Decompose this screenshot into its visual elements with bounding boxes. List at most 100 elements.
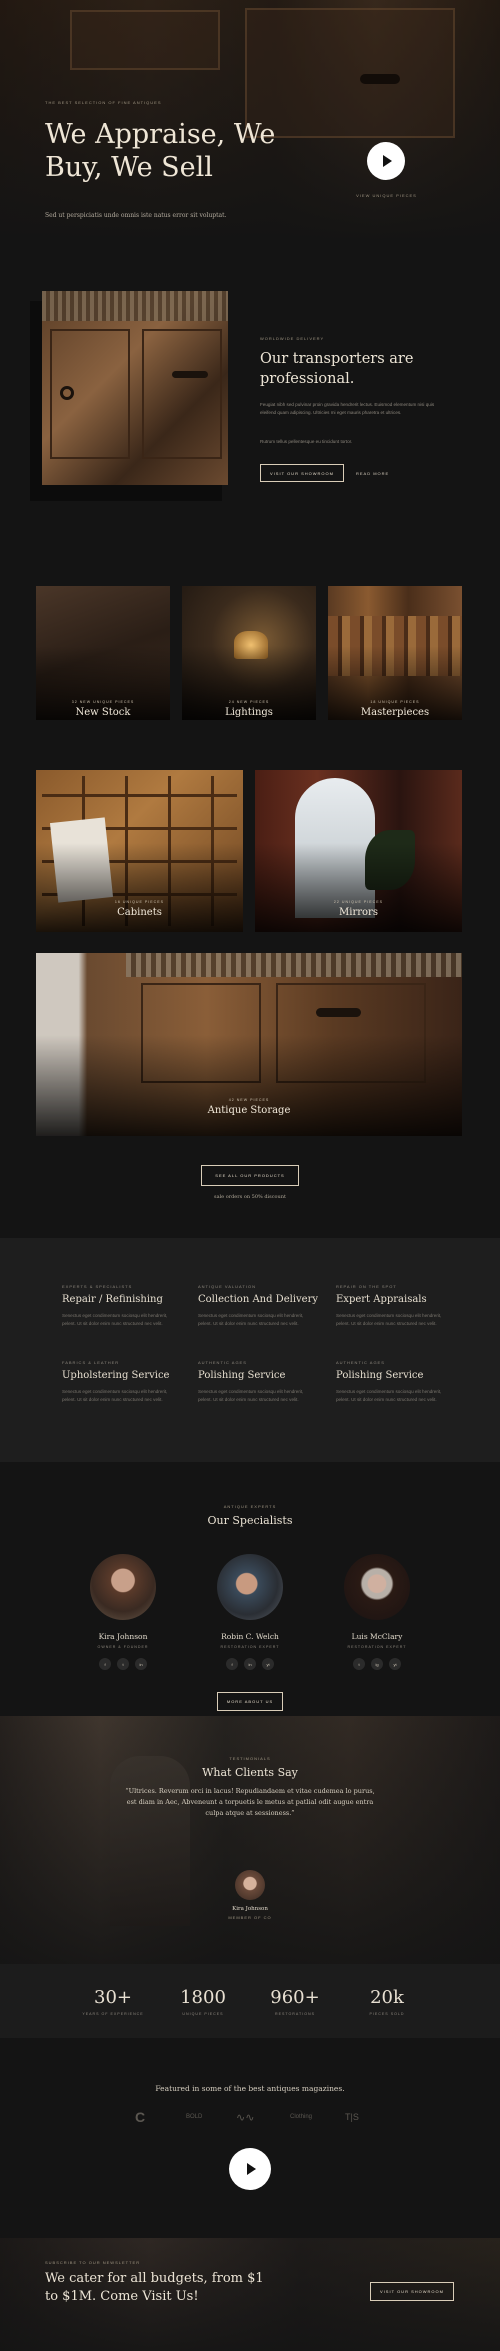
testimonial-eyebrow: Testimonials xyxy=(229,1756,271,1761)
tile-category: 32 new unique pieces xyxy=(71,700,135,704)
product-tile-cabinets[interactable]: 16 unique pieces Cabinets xyxy=(36,770,243,932)
bg-figure xyxy=(110,1756,190,1926)
service-category: Repair on the spot xyxy=(336,1284,397,1289)
transport-image xyxy=(42,291,228,485)
stat-value: 960+ xyxy=(270,1987,320,2008)
visit-showroom-button[interactable]: Visit our showroom xyxy=(260,464,344,482)
footer-cta-section: Subscribe to our newsletter We cater for… xyxy=(0,2238,500,2351)
service-title: Polishing Service xyxy=(198,1370,286,1381)
twitter-icon[interactable]: t xyxy=(353,1658,365,1670)
specialists-title: Our Specialists xyxy=(207,1514,293,1527)
carved-trim xyxy=(42,291,228,321)
tile-name: Lightings xyxy=(225,707,273,718)
twitter-icon[interactable]: t xyxy=(117,1658,129,1670)
tile-name: Cabinets xyxy=(117,907,162,918)
testimonial-role: Member of CO xyxy=(228,1915,272,1920)
transport-title: Our transporters are professional. xyxy=(260,351,414,387)
product-tile-new-stock[interactable]: 32 new unique pieces New Stock xyxy=(36,586,170,720)
service-text: Senectus eget condimentum sociosqu elit … xyxy=(198,1389,304,1402)
transport-text-1: Feugiat nibh sed pulvinar proin gravida … xyxy=(260,402,435,415)
tile-category: 16 unique pieces xyxy=(114,900,165,904)
service-title: Repair / Refinishing xyxy=(62,1294,163,1305)
service-title: Expert Appraisals xyxy=(336,1294,427,1305)
product-tile-mirrors[interactable]: 22 unique pieces Mirrors xyxy=(255,770,462,932)
social-links: f in yt xyxy=(180,1658,320,1670)
youtube-icon[interactable]: yt xyxy=(262,1658,274,1670)
service-category: Fabrics & Leather xyxy=(62,1360,120,1365)
tile-shade xyxy=(36,842,243,932)
testimonial-section: Testimonials What Clients Say “Ultrices.… xyxy=(0,1716,500,1964)
hero-title: We Appraise, We Buy, We Sell xyxy=(45,119,276,183)
tile-label: 42 new pieces Antique Storage xyxy=(36,1098,462,1116)
specialist-card: Kira Johnson Owner & Founder f t in xyxy=(53,1554,193,1670)
linkedin-icon[interactable]: in xyxy=(244,1658,256,1670)
tile-category: 24 new pieces xyxy=(228,700,270,704)
drawer-ring-handle xyxy=(60,386,74,400)
social-links: t ig yt xyxy=(307,1658,447,1670)
youtube-icon[interactable]: yt xyxy=(389,1658,401,1670)
drawer-front-right xyxy=(142,329,222,459)
avatar xyxy=(217,1554,283,1620)
service-category: Authentic ages xyxy=(198,1360,247,1365)
service-text: Senectus eget condimentum sociosqu elit … xyxy=(198,1313,304,1326)
footer-title: We cater for all budgets, from $1 to $1M… xyxy=(45,2271,264,2304)
hero-eyebrow: The best selection of fine antiques xyxy=(45,100,162,105)
instagram-icon[interactable]: ig xyxy=(371,1658,383,1670)
hero-handle xyxy=(360,74,400,84)
tile-name: Masterpieces xyxy=(360,707,430,718)
service-item: Authentic ages Polishing Service Senectu… xyxy=(336,1360,456,1404)
footer-visit-showroom-button[interactable]: Visit our showroom xyxy=(370,2282,454,2301)
magazine-logo-2: BOLD xyxy=(186,2114,203,2120)
transport-eyebrow: Worldwide delivery xyxy=(260,336,325,341)
specialist-name: Luis McClary xyxy=(351,1632,403,1641)
tile-name: Antique Storage xyxy=(207,1105,291,1116)
featured-play-button[interactable] xyxy=(229,2148,271,2190)
avatar xyxy=(344,1554,410,1620)
stat-value: 1800 xyxy=(180,1987,226,2008)
testimonial-name: Kira Johnson xyxy=(232,1906,268,1912)
product-tile-lightings[interactable]: 24 new pieces Lightings xyxy=(182,586,316,720)
specialist-role: Restoration expert xyxy=(347,1645,407,1649)
transport-section: Worldwide delivery Our transporters are … xyxy=(0,243,500,563)
specialist-name: Kira Johnson xyxy=(98,1632,148,1641)
testimonial-quote: “Ultrices. Reverum orci in lacus! Repudi… xyxy=(125,1787,375,1817)
tile-name: Mirrors xyxy=(339,907,378,918)
tile-shade xyxy=(255,842,462,932)
product-tile-antique-storage[interactable]: 42 new pieces Antique Storage xyxy=(36,953,462,1136)
stat-item: 960+ Restorations xyxy=(245,1987,345,2016)
magazine-logo-1: C xyxy=(135,2109,146,2125)
service-text: Senectus eget condimentum sociosqu elit … xyxy=(336,1313,442,1326)
read-more-link[interactable]: Read more xyxy=(356,471,389,476)
product-tile-masterpieces[interactable]: 18 unique pieces Masterpieces xyxy=(328,586,462,720)
see-all-products-button[interactable]: See all our products xyxy=(201,1165,299,1186)
specialist-card: Robin C. Welch Restoration expert f in y… xyxy=(180,1554,320,1670)
specialists-eyebrow: Antique experts xyxy=(223,1504,277,1509)
drawer-bar-handle xyxy=(316,1008,361,1017)
service-text: Senectus eget condimentum sociosqu elit … xyxy=(62,1389,168,1402)
products-section: 32 new unique pieces New Stock 24 new pi… xyxy=(0,563,500,1238)
specialists-section: Antique experts Our Specialists Kira Joh… xyxy=(0,1462,500,1716)
stat-value: 30+ xyxy=(94,1987,132,2008)
stat-item: 1800 Unique pieces xyxy=(153,1987,253,2016)
more-about-us-button[interactable]: More about us xyxy=(217,1692,283,1711)
specialist-card: Luis McClary Restoration expert t ig yt xyxy=(307,1554,447,1670)
tile-label: 32 new unique pieces New Stock xyxy=(36,700,170,718)
magazine-logo-3: ∿∿ xyxy=(236,2111,255,2124)
specialist-role: Restoration expert xyxy=(220,1645,280,1649)
tile-label: 18 unique pieces Masterpieces xyxy=(328,700,462,718)
stat-label: Pieces sold xyxy=(369,2012,405,2016)
service-category: Authentic ages xyxy=(336,1360,385,1365)
facebook-icon[interactable]: f xyxy=(226,1658,238,1670)
service-title: Upholstering Service xyxy=(62,1370,170,1381)
service-text: Senectus eget condimentum sociosqu elit … xyxy=(336,1389,442,1402)
magazine-logo-5: T|S xyxy=(345,2112,359,2122)
service-item: Authentic ages Polishing Service Senectu… xyxy=(198,1360,318,1404)
facebook-icon[interactable]: f xyxy=(99,1658,111,1670)
drawer-bar-handle xyxy=(172,371,208,378)
tile-category: 22 unique pieces xyxy=(333,900,384,904)
linkedin-icon[interactable]: in xyxy=(135,1658,147,1670)
footer-eyebrow: Subscribe to our newsletter xyxy=(45,2260,141,2265)
stat-item: 20k Pieces sold xyxy=(337,1987,437,2016)
hero-play-button[interactable] xyxy=(367,142,405,180)
play-icon xyxy=(247,2163,256,2175)
